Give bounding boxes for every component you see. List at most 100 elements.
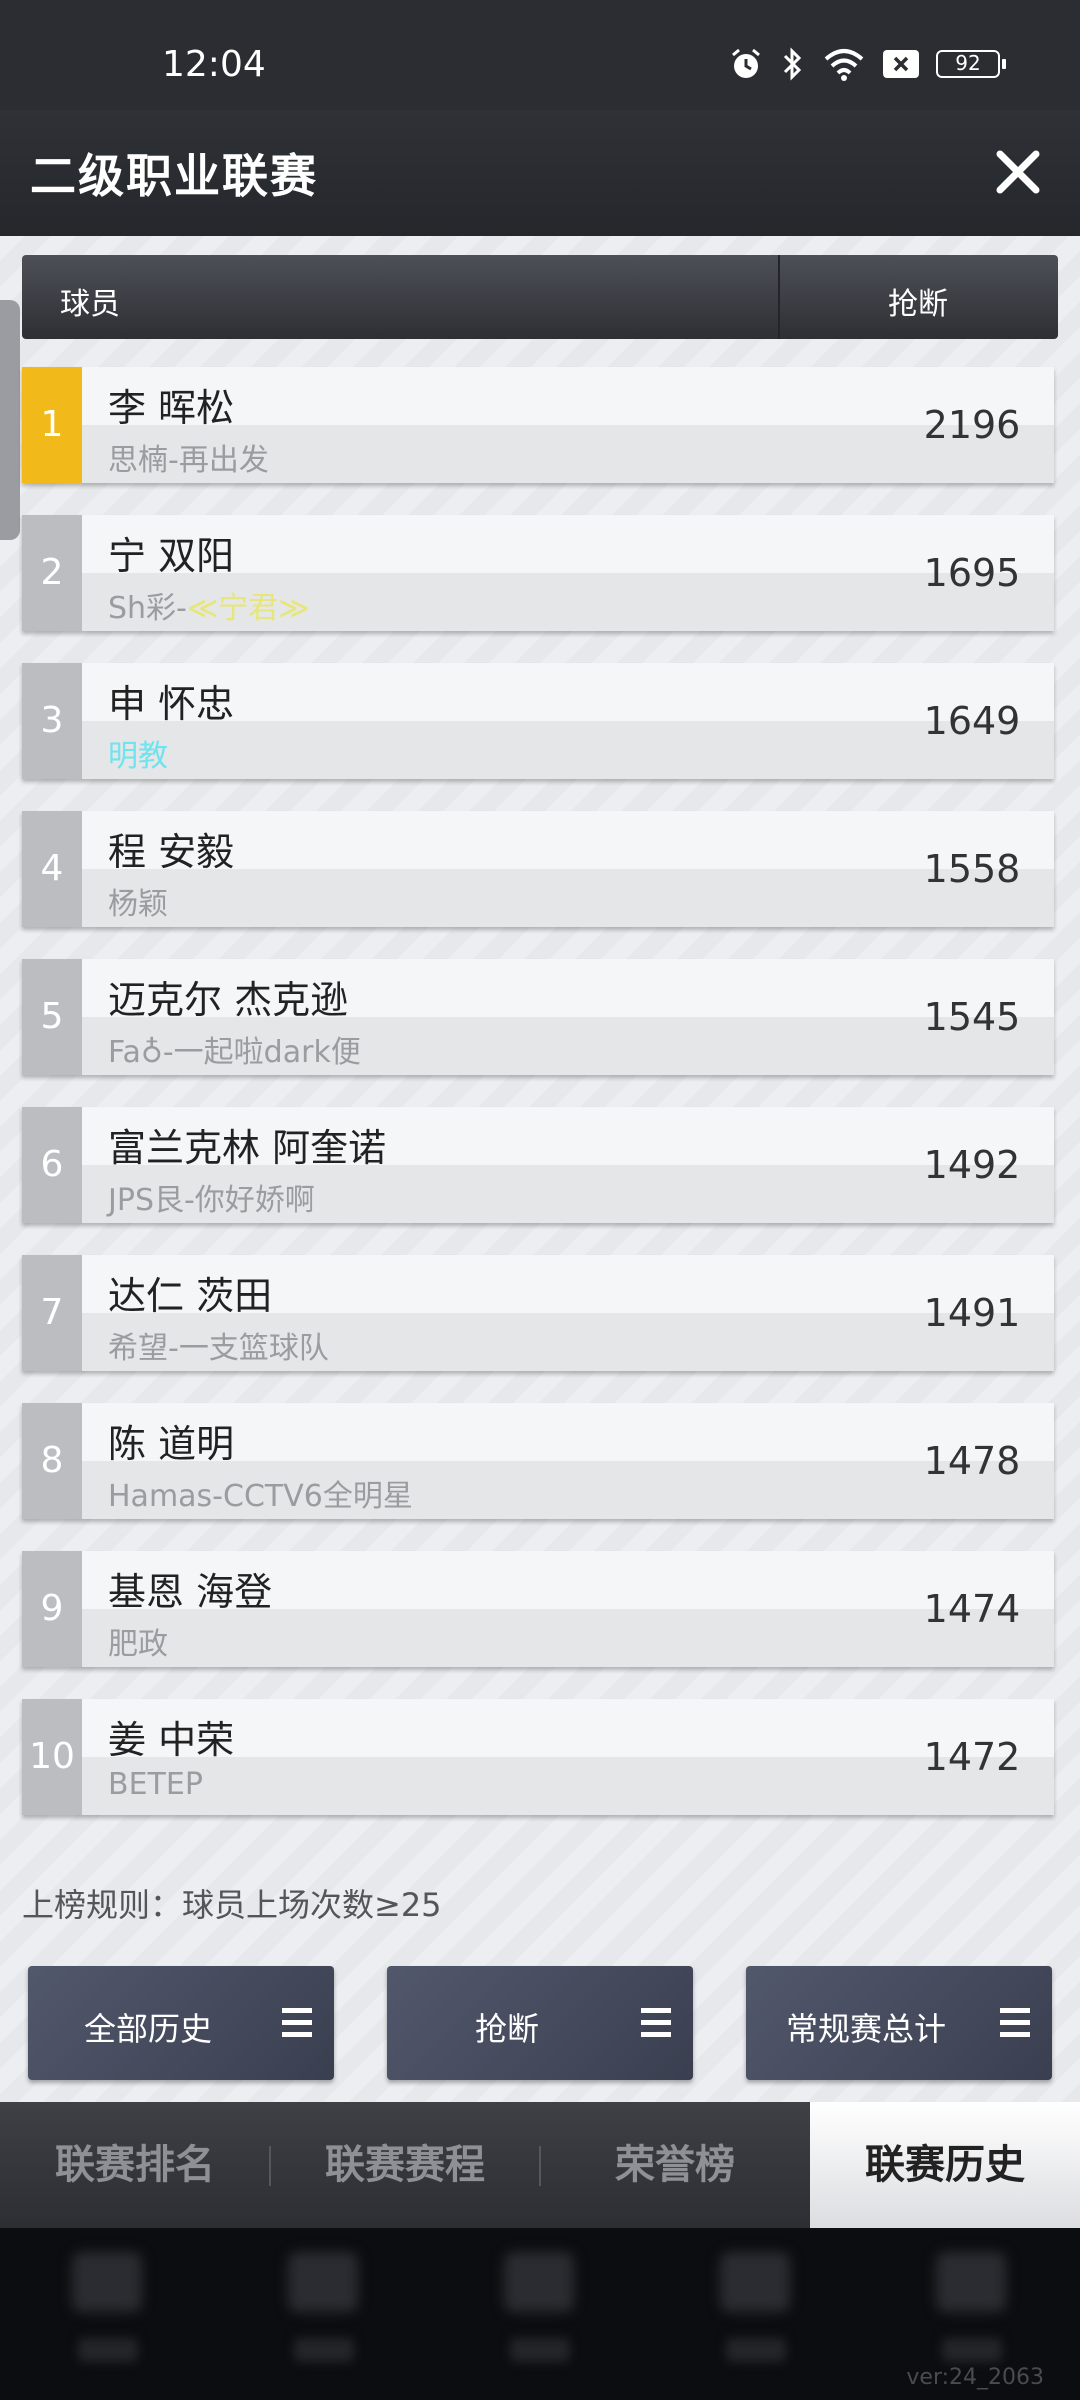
player-name: 宁 双阳 — [108, 534, 235, 578]
menu-icon — [641, 2008, 671, 2037]
menu-icon — [1000, 2008, 1030, 2037]
rank-number: 5 — [22, 959, 82, 1075]
blurred-nav-label — [942, 2338, 1002, 2362]
stat-value: 1695 — [923, 551, 1021, 595]
rank-number: 6 — [22, 1107, 82, 1223]
table-header: 球员 抢断 — [22, 255, 1058, 339]
row-body: 申 怀忠 明教 1649 — [82, 663, 1054, 779]
player-name: 李 晖松 — [108, 386, 235, 430]
table-row[interactable]: 10 姜 中荣 BETEP 1472 — [22, 1699, 1054, 1815]
row-body: 姜 中荣 BETEP 1472 — [82, 1699, 1054, 1815]
stat-value: 1478 — [923, 1439, 1021, 1483]
bottom-tab-bar: 联赛排名 联赛赛程 荣誉榜 联赛历史 — [0, 2102, 1080, 2228]
table-row[interactable]: 3 申 怀忠 明教 1649 — [22, 663, 1054, 779]
table-row[interactable]: 9 基恩 海登 肥政 1474 — [22, 1551, 1054, 1667]
status-time: 12:04 — [162, 44, 266, 85]
rank-number: 3 — [22, 663, 82, 779]
filter-label: 常规赛总计 — [785, 2010, 946, 2048]
blurred-nav-icon — [288, 2252, 358, 2312]
team-name: Hamas-CCTV6全明星 — [108, 1479, 413, 1514]
sim-blocked-icon — [883, 50, 919, 78]
menu-icon — [282, 2008, 312, 2037]
stat-value: 1472 — [923, 1735, 1021, 1779]
row-body: 达仁 茨田 希望-一支篮球队 1491 — [82, 1255, 1054, 1371]
row-body: 基恩 海登 肥政 1474 — [82, 1551, 1054, 1667]
player-name: 基恩 海登 — [108, 1570, 273, 1614]
team-prefix: Sh彩- — [108, 591, 187, 626]
stat-value: 1545 — [923, 995, 1021, 1039]
table-row[interactable]: 8 陈 道明 Hamas-CCTV6全明星 1478 — [22, 1403, 1054, 1519]
team-name: 肥政 — [108, 1627, 168, 1662]
table-row[interactable]: 4 程 安毅 杨颖 1558 — [22, 811, 1054, 927]
team-name: Sh彩-≪宁君≫ — [108, 583, 310, 627]
rank-number: 8 — [22, 1403, 82, 1519]
team-name: 明教 — [108, 739, 168, 774]
team-name: 思楠-再出发 — [108, 443, 269, 478]
version-label: ver:24_2063 — [906, 2365, 1044, 2390]
blurred-nav-label — [78, 2338, 138, 2362]
player-name: 富兰克林 阿奎诺 — [108, 1126, 387, 1170]
player-name: 达仁 茨田 — [108, 1274, 273, 1318]
ranking-rule: 上榜规则：球员上场次数≥25 — [22, 1886, 442, 1924]
player-name: 申 怀忠 — [108, 682, 235, 726]
stat-value: 1649 — [923, 699, 1021, 743]
blurred-nav-label — [294, 2338, 354, 2362]
close-icon[interactable] — [990, 144, 1046, 200]
team-name: 杨颖 — [108, 887, 168, 922]
header-stat[interactable]: 抢断 — [778, 279, 1058, 323]
blurred-nav-label — [726, 2338, 786, 2362]
table-row[interactable]: 6 富兰克林 阿奎诺 JPS艮-你好娇啊 1492 — [22, 1107, 1054, 1223]
title-bar: 二级职业联赛 — [0, 110, 1080, 236]
row-body: 陈 道明 Hamas-CCTV6全明星 1478 — [82, 1403, 1054, 1519]
blurred-nav-label — [510, 2338, 570, 2362]
tab-league-history[interactable]: 联赛历史 — [810, 2102, 1080, 2228]
tab-honors[interactable]: 荣誉榜 — [540, 2102, 810, 2228]
blurred-nav-icon — [504, 2252, 574, 2312]
table-row[interactable]: 7 达仁 茨田 希望-一支篮球队 1491 — [22, 1255, 1054, 1371]
rank-number: 10 — [22, 1699, 82, 1815]
player-name: 姜 中荣 — [108, 1718, 235, 1762]
stat-value: 1558 — [923, 847, 1021, 891]
season-filter-button[interactable]: 常规赛总计 — [746, 1966, 1052, 2080]
blurred-navigation: ver:24_2063 — [0, 2228, 1080, 2400]
battery-icon: 92 — [936, 50, 1006, 78]
tab-league-schedule[interactable]: 联赛赛程 — [270, 2102, 540, 2228]
row-body: 迈克尔 杰克逊 Fa♁-一起啦dark便 1545 — [82, 959, 1054, 1075]
row-body: 富兰克林 阿奎诺 JPS艮-你好娇啊 1492 — [82, 1107, 1054, 1223]
bluetooth-icon — [783, 47, 802, 81]
stat-value: 2196 — [923, 403, 1021, 447]
team-name: Fa♁-一起啦dark便 — [108, 1035, 361, 1070]
filter-label: 抢断 — [474, 2010, 539, 2048]
team-name: BETEP — [108, 1767, 203, 1802]
page-title: 二级职业联赛 — [30, 149, 318, 203]
rank-number: 1 — [22, 367, 82, 483]
row-body: 宁 双阳 Sh彩-≪宁君≫ 1695 — [82, 515, 1054, 631]
table-row[interactable]: 2 宁 双阳 Sh彩-≪宁君≫ 1695 — [22, 515, 1054, 631]
filter-label: 全部历史 — [83, 2010, 212, 2048]
status-bar: 12:04 92 — [0, 0, 1080, 110]
player-name: 迈克尔 杰克逊 — [108, 978, 349, 1022]
blurred-nav-icon — [936, 2252, 1006, 2312]
wifi-icon — [824, 49, 864, 81]
history-filter-button[interactable]: 全部历史 — [28, 1966, 334, 2080]
rank-number: 4 — [22, 811, 82, 927]
rank-number: 7 — [22, 1255, 82, 1371]
alarm-icon — [732, 48, 760, 78]
rank-number: 2 — [22, 515, 82, 631]
stat-value: 1474 — [923, 1587, 1021, 1631]
player-name: 陈 道明 — [108, 1422, 235, 1466]
table-row[interactable]: 1 李 晖松 思楠-再出发 2196 — [22, 367, 1054, 483]
team-name-colored: ≪宁君≫ — [186, 591, 310, 626]
rank-number: 9 — [22, 1551, 82, 1667]
side-drawer-handle[interactable] — [0, 300, 20, 540]
team-name: 希望-一支篮球队 — [108, 1331, 329, 1366]
blurred-nav-icon — [720, 2252, 790, 2312]
header-player: 球员 — [60, 287, 120, 322]
team-name: JPS艮-你好娇啊 — [108, 1183, 315, 1218]
stat-value: 1492 — [923, 1143, 1021, 1187]
tab-league-ranking[interactable]: 联赛排名 — [0, 2102, 270, 2228]
table-row[interactable]: 5 迈克尔 杰克逊 Fa♁-一起啦dark便 1545 — [22, 959, 1054, 1075]
stat-filter-button[interactable]: 抢断 — [387, 1966, 693, 2080]
status-icons: 92 — [728, 46, 1006, 82]
row-body: 李 晖松 思楠-再出发 2196 — [82, 367, 1054, 483]
